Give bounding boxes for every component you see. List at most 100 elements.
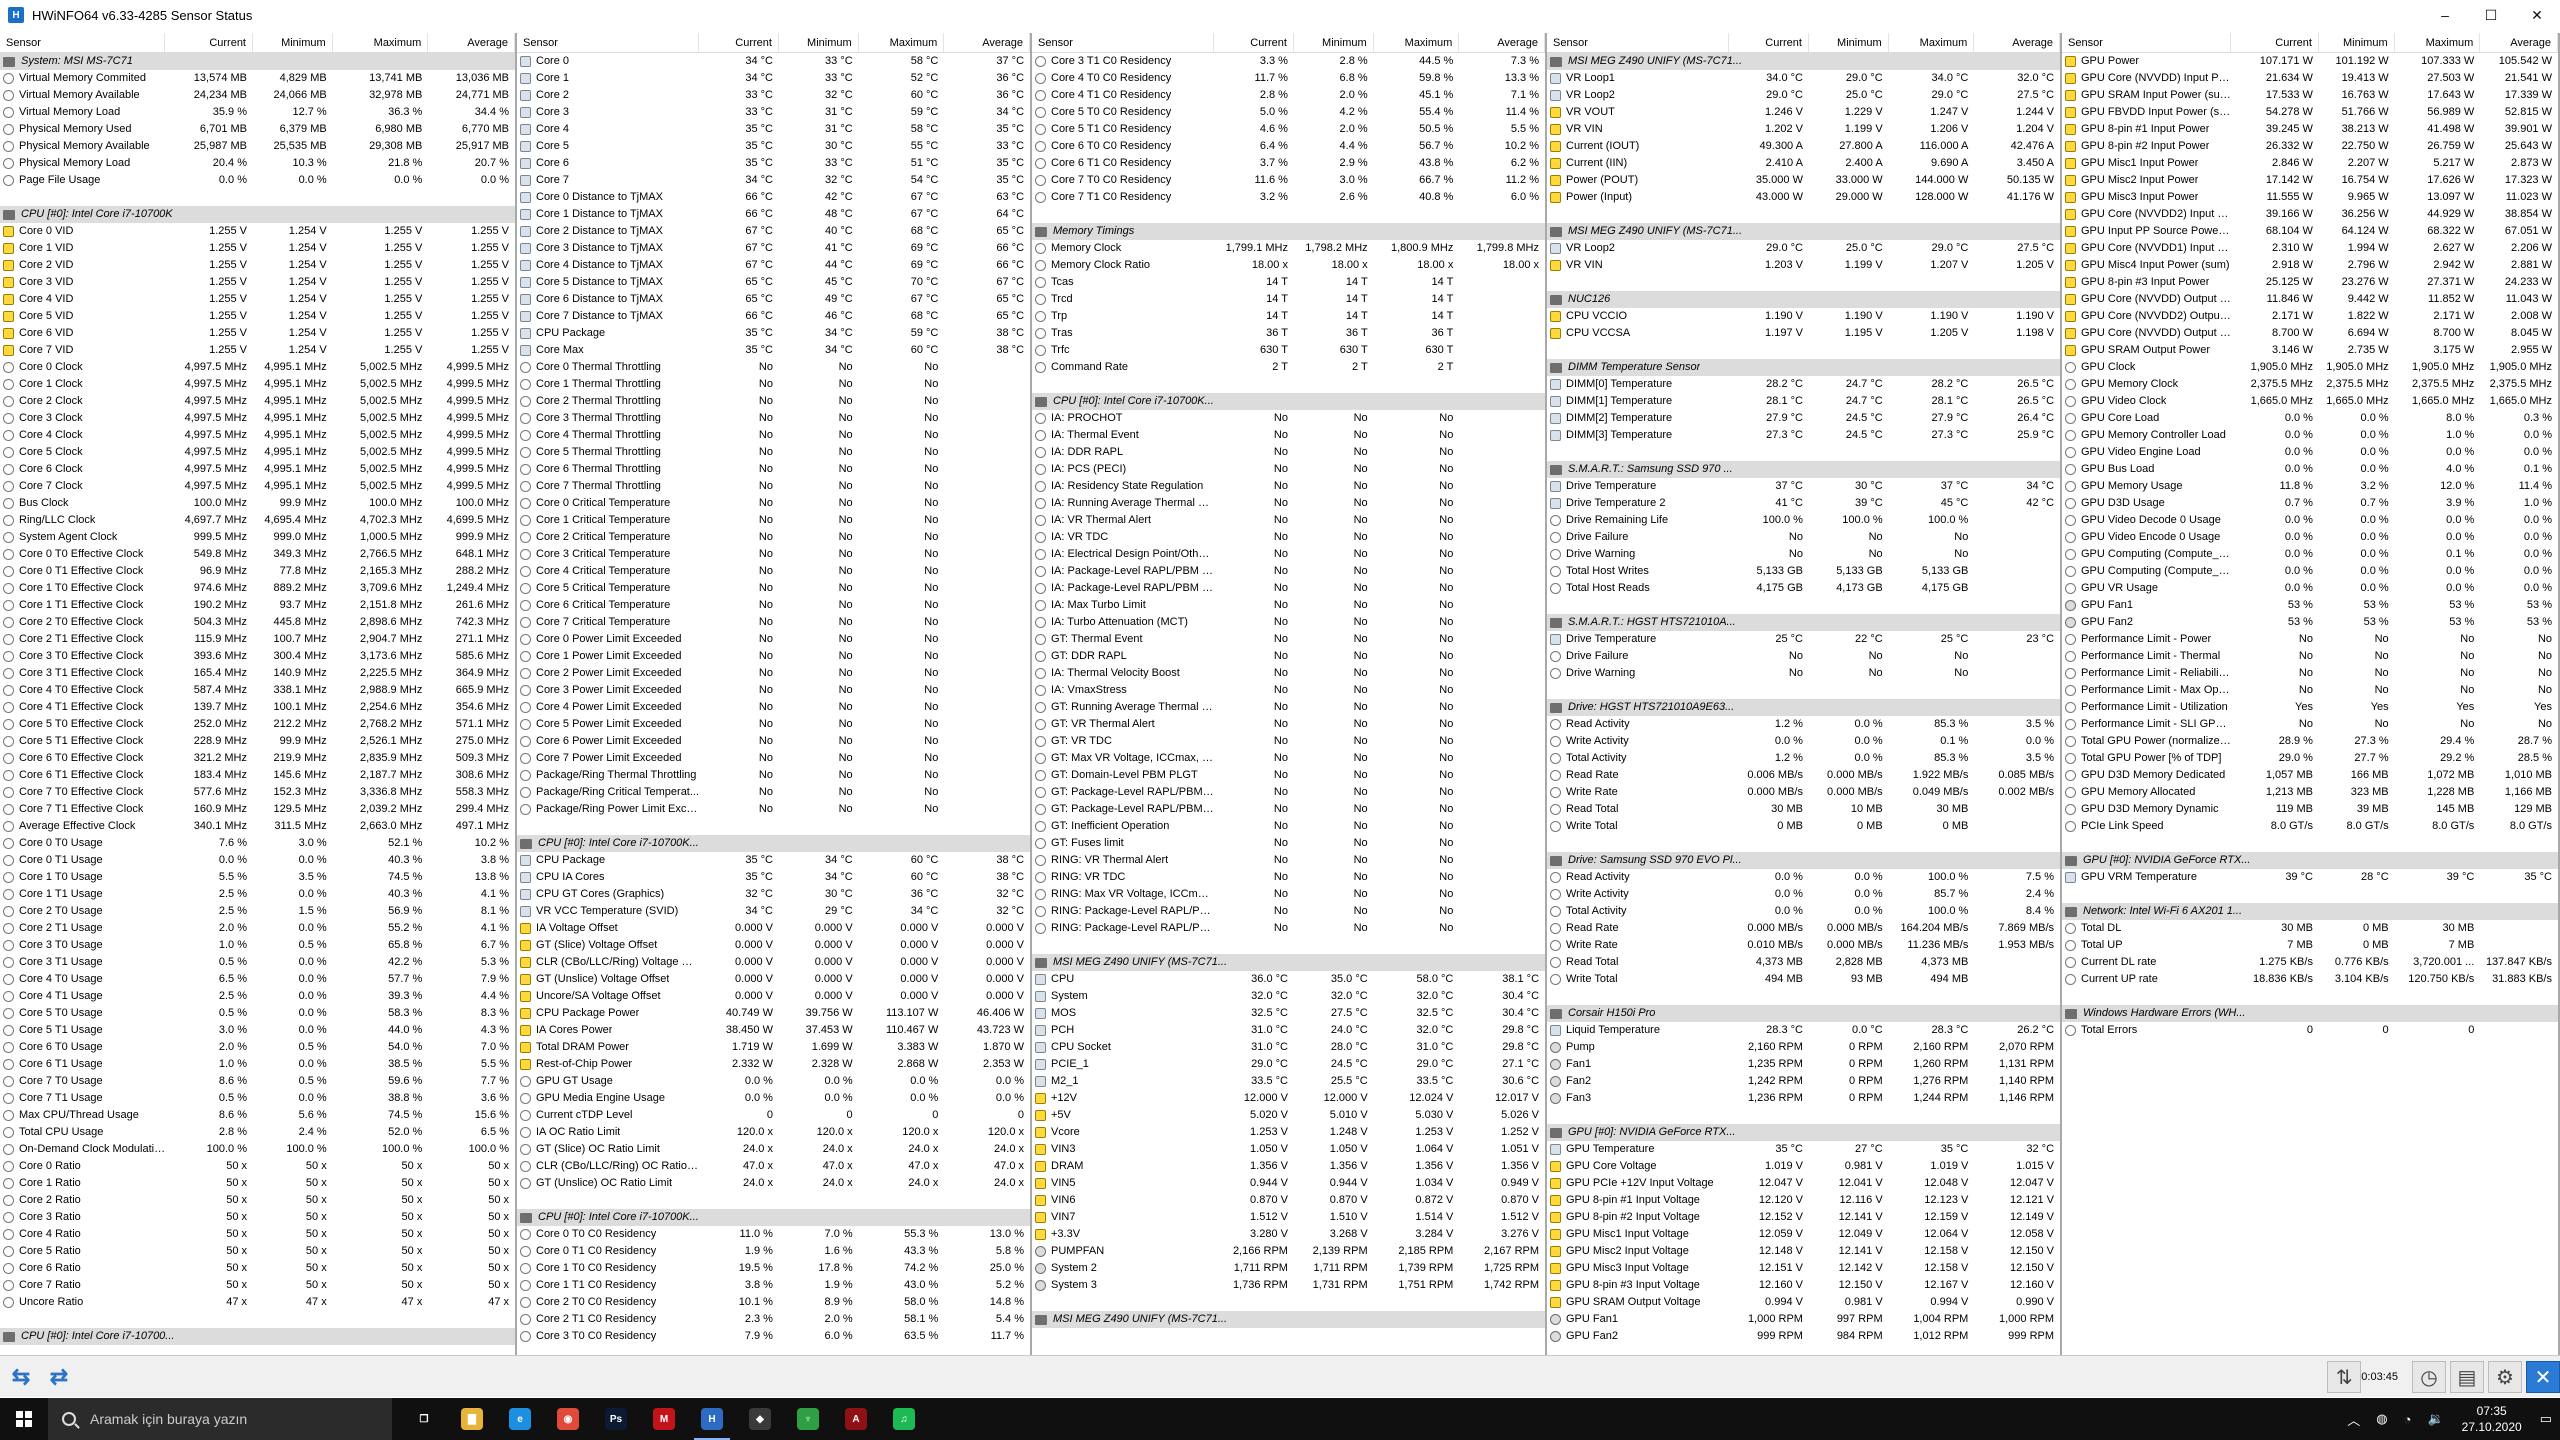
sensor-row[interactable]: M2_1 33.5 °C 25.5 °C 33.5 °C 30.6 °C [1032, 1073, 1545, 1090]
sensor-row[interactable]: PUMPFAN 2,166 RPM 2,139 RPM 2,185 RPM 2,167 … [1032, 1243, 1545, 1260]
sensor-row[interactable]: Core 7 Power Limit Exceeded No No No [517, 750, 1030, 767]
sensor-row[interactable]: GPU SRAM Output Voltage 0.994 V 0.981 V 0.9… [1547, 1294, 2060, 1311]
sensor-row[interactable]: Core 0 T1 Usage 0.0 % 0.0 % 40.3 % 3.8 % [0, 852, 515, 869]
sensor-row[interactable]: GPU Video Engine Load 0.0 % 0.0 % 0.0 % 0.0 … [2062, 444, 2558, 461]
sensor-row[interactable]: GPU Power 107.171 W 101.192 W 107.333 W 105.… [2062, 53, 2558, 70]
nav-left-right-arrows-icon[interactable]: ⇆ [4, 1361, 38, 1393]
taskbar-game-app[interactable]: ◆ [736, 1398, 784, 1440]
column-header-average[interactable]: Average [1459, 33, 1545, 52]
sensor-row[interactable]: Core 4 T1 C0 Residency 2.8 % 2.0 % 45.1 % 7.… [1032, 87, 1545, 104]
sensor-row[interactable]: Core 5 T1 Effective Clock 228.9 MHz 99.9 M… [0, 733, 515, 750]
sensor-row[interactable]: GPU Core (NVVDD1) Input Pow... 2.310 W 1.9… [2062, 240, 2558, 257]
sensor-row[interactable]: Core 7 Clock 4,997.5 MHz 4,995.1 MHz 5,002.… [0, 478, 515, 495]
sensor-row[interactable]: Rest-of-Chip Power 2.332 W 2.328 W 2.868 W2… [517, 1056, 1030, 1073]
sensor-row[interactable]: GPU PCIe +12V Input Voltage 12.047 V 12.04… [1547, 1175, 2060, 1192]
sensor-row[interactable]: GT: Thermal Event No No No [1032, 631, 1545, 648]
sensor-row[interactable]: Core 6 Thermal Throttling No No No [517, 461, 1030, 478]
sensor-row[interactable]: GPU D3D Usage 0.7 % 0.7 % 3.9 % 1.0 % [2062, 495, 2558, 512]
sensor-row[interactable]: GT (Unslice) OC Ratio Limit 24.0 x 24.0 x2… [517, 1175, 1030, 1192]
sensor-row[interactable]: Performance Limit - Reliability V... No No… [2062, 665, 2558, 682]
sensor-row[interactable]: GPU Core (NVVDD) Output Pow...11.846 W9.… [2062, 291, 2558, 308]
sensor-row[interactable]: Core 2 T1 Effective Clock 115.9 MHz 100.7 … [0, 631, 515, 648]
sensor-row[interactable]: Core 3 Clock 4,997.5 MHz 4,995.1 MHz 5,002.… [0, 410, 515, 427]
sensor-row[interactable]: Core 2 T0 Usage 2.5 % 1.5 % 56.9 % 8.1 % [0, 903, 515, 920]
sensor-row[interactable]: GPU Core (NVVDD) Input Power...21.634 W1… [2062, 70, 2558, 87]
sensor-row[interactable]: Core 3 T1 Usage 0.5 % 0.0 % 42.2 % 5.3 % [0, 954, 515, 971]
sensor-row[interactable]: PCIE_1 29.0 °C 24.5 °C 29.0 °C 27.1 °C [1032, 1056, 1545, 1073]
column-header-maximum[interactable]: Maximum [1889, 33, 1975, 52]
sensor-row[interactable]: Fan2 1,242 RPM 0 RPM 1,276 RPM 1,140 RPM [1547, 1073, 2060, 1090]
sensor-row[interactable]: VR VIN 1.203 V 1.199 V 1.207 V 1.205 V [1547, 257, 2060, 274]
sensor-row[interactable]: GPU Fan2 53 % 53 % 53 % 53 % [2062, 614, 2558, 631]
sensor-row[interactable]: Core 4 T1 Effective Clock 139.7 MHz 100.1 … [0, 699, 515, 716]
column-header-current[interactable]: Current [165, 33, 253, 52]
sensor-row[interactable]: GT: Package-Level RAPL/PBM PL... No No No [1032, 801, 1545, 818]
sensor-row[interactable]: Core 3 T1 C0 Residency 3.3 % 2.8 % 44.5 % 7.… [1032, 53, 1545, 70]
sensor-row[interactable]: GPU VRM Temperature 39 °C 28 °C 39 °C 35 °C [2062, 869, 2558, 886]
column-header-sensor[interactable]: Sensor [517, 33, 700, 52]
taskbar-chrome-app[interactable]: ◉ [544, 1398, 592, 1440]
sensor-row[interactable]: GPU Fan2 999 RPM 984 RPM 1,012 RPM 999 RPM [1547, 1328, 2060, 1345]
sensor-row[interactable]: Package/Ring Power Limit Exce... No No No [517, 801, 1030, 818]
sensor-row[interactable]: Write Total 0 MB 0 MB 0 MB [1547, 818, 2060, 835]
sensor-row[interactable]: Core 1 T0 C0 Residency 19.5 % 17.8 % 74.2 %… [517, 1260, 1030, 1277]
sensor-row[interactable]: On-Demand Clock Modulation 100.0 % 100.0 %… [0, 1141, 515, 1158]
sensor-row[interactable]: GPU Computing (Compute_1) U...0.0 %0.0 %… [2062, 563, 2558, 580]
sensor-group-header[interactable]: S.M.A.R.T.: HGST HTS721010A... [1547, 614, 2060, 631]
sensor-row[interactable]: Core 1 Clock 4,997.5 MHz 4,995.1 MHz 5,002.… [0, 376, 515, 393]
sensor-row[interactable]: VIN5 0.944 V 0.944 V 1.034 V 0.949 V [1032, 1175, 1545, 1192]
sensor-row[interactable]: Total DRAM Power 1.719 W 1.699 W 3.383 W 1.8… [517, 1039, 1030, 1056]
sensor-row[interactable]: Core 1 T1 Usage 2.5 % 0.0 % 40.3 % 4.1 % [0, 886, 515, 903]
sensor-row[interactable]: Read Total 30 MB 10 MB 30 MB [1547, 801, 2060, 818]
sensor-group-header[interactable]: Network: Intel Wi-Fi 6 AX201 1... [2062, 903, 2558, 920]
column-header-minimum[interactable]: Minimum [1294, 33, 1374, 52]
sensor-row[interactable]: Core 6 Critical Temperature No No No [517, 597, 1030, 614]
sensor-row[interactable]: VR VCC Temperature (SVID) 34 °C 29 °C 34 °C… [517, 903, 1030, 920]
sensor-row[interactable]: GPU Misc1 Input Power 2.846 W 2.207 W 5.217… [2062, 155, 2558, 172]
sensor-group-header[interactable]: DIMM Temperature Sensor [1547, 359, 2060, 376]
sensor-row[interactable]: Max CPU/Thread Usage 8.6 % 5.6 % 74.5 % 15.6… [0, 1107, 515, 1124]
sensor-row[interactable]: Core 6 T0 C0 Residency 6.4 % 4.4 % 56.7 % 10… [1032, 138, 1545, 155]
sensor-row[interactable]: Core 5 T0 Effective Clock 252.0 MHz 212.2 … [0, 716, 515, 733]
sensor-row[interactable]: Tcas 14 T 14 T 14 T [1032, 274, 1545, 291]
sensor-row[interactable]: Page File Usage 0.0 % 0.0 % 0.0 % 0.0 % [0, 172, 515, 189]
sensor-row[interactable]: Drive Temperature 37 °C 30 °C 37 °C 34 °C [1547, 478, 2060, 495]
sensor-row[interactable]: Core 1 Thermal Throttling No No No [517, 376, 1030, 393]
sensor-row[interactable]: CPU VCCSA 1.197 V 1.195 V 1.205 V 1.198 V [1547, 325, 2060, 342]
sensor-row[interactable]: GPU Core (NVVDD2) Output Pow...2.171 W1.… [2062, 308, 2558, 325]
sensor-row[interactable]: Pump 2,160 RPM 0 RPM 2,160 RPM 2,070 RPM [1547, 1039, 2060, 1056]
sensor-row[interactable]: +5V 5.020 V 5.010 V 5.030 V 5.026 V [1032, 1107, 1545, 1124]
sensor-row[interactable]: Core 1 T1 C0 Residency 3.8 % 1.9 % 43.0 % 5.… [517, 1277, 1030, 1294]
sensor-row[interactable]: GT: VR TDC No No No [1032, 733, 1545, 750]
sensor-row[interactable]: Command Rate 2 T2 T2 T [1032, 359, 1545, 376]
sensor-row[interactable]: Write Activity 0.0 % 0.0 % 0.1 % 0.0 % [1547, 733, 2060, 750]
sensor-row[interactable]: IA: Thermal Event No No No [1032, 427, 1545, 444]
sensor-row[interactable]: Core 5 T0 C0 Residency 5.0 % 4.2 % 55.4 % 11… [1032, 104, 1545, 121]
sensor-panel-1[interactable]: Sensor Current Minimum Maximum Average System… [0, 33, 517, 1355]
sensor-row[interactable]: GPU Misc2 Input Power 17.142 W 16.754 W 17.… [2062, 172, 2558, 189]
sensor-row[interactable]: Core 6 35 °C 33 °C 51 °C 35 °C [517, 155, 1030, 172]
sensor-row[interactable]: VR Loop2 29.0 °C 25.0 °C 29.0 °C 27.5 °C [1547, 240, 2060, 257]
sensor-row[interactable]: Core 5 T0 Usage 0.5 % 0.0 % 58.3 % 8.3 % [0, 1005, 515, 1022]
sensor-row[interactable]: Virtual Memory Commited 13,574 MB 4,829 MB… [0, 70, 515, 87]
column-header-sensor[interactable]: Sensor [0, 33, 166, 52]
sensor-row[interactable]: Core 5 Ratio 50 x 50 x 50 x 50 x [0, 1243, 515, 1260]
sensor-row[interactable]: CPU GT Cores (Graphics) 32 °C 30 °C 36 °C 32… [517, 886, 1030, 903]
sensor-row[interactable]: Core 3 Critical Temperature No No No [517, 546, 1030, 563]
column-header-current[interactable]: Current [699, 33, 779, 52]
sensor-row[interactable]: Total Host Reads 4,175 GB 4,173 GB 4,175 GB [1547, 580, 2060, 597]
sensor-row[interactable]: Power (POUT) 35.000 W 33.000 W 144.000 W 50.… [1547, 172, 2060, 189]
sensor-row[interactable]: GPU 8-pin #2 Input Voltage 12.152 V 12.141… [1547, 1209, 2060, 1226]
sensor-row[interactable]: Core 7 34 °C 32 °C 54 °C 35 °C [517, 172, 1030, 189]
sensor-row[interactable]: Memory Clock Ratio 18.00 x 18.00 x 18.00 x1… [1032, 257, 1545, 274]
sensor-row[interactable]: Total Host Writes 5,133 GB 5,133 GB 5,133 G… [1547, 563, 2060, 580]
sensor-row[interactable]: VIN6 0.870 V 0.870 V 0.872 V 0.870 V [1032, 1192, 1545, 1209]
sensor-row[interactable]: System 2 1,711 RPM 1,711 RPM 1,739 RPM 1,725… [1032, 1260, 1545, 1277]
sensor-row[interactable]: Core 4 T0 Usage 6.5 % 0.0 % 57.7 % 7.9 % [0, 971, 515, 988]
sensor-panel-5[interactable]: Sensor Current Minimum Maximum Average GPU Po… [2062, 33, 2560, 1355]
sensor-row[interactable]: Core 2 T1 C0 Residency 2.3 % 2.0 % 58.1 % 5.… [517, 1311, 1030, 1328]
sensor-row[interactable]: Drive Temperature 25 °C 22 °C 25 °C 23 °C [1547, 631, 2060, 648]
sensor-row[interactable]: GPU Memory Clock 2,375.5 MHz 2,375.5 MHz 2,… [2062, 376, 2558, 393]
sensor-row[interactable]: VR Loop2 29.0 °C 25.0 °C 29.0 °C 27.5 °C [1547, 87, 2060, 104]
sensor-row[interactable]: Drive Warning No No No [1547, 665, 2060, 682]
